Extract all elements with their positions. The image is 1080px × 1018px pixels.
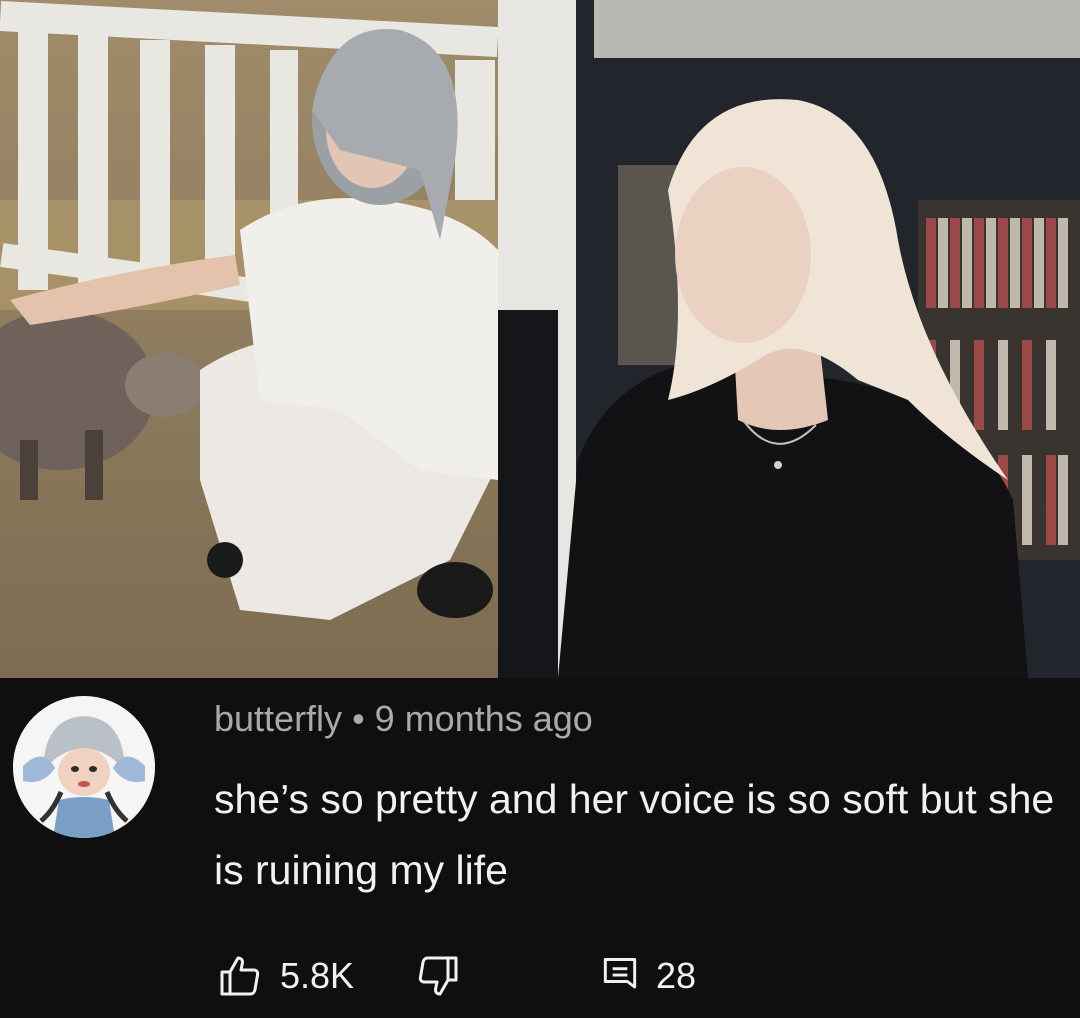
- reply-button[interactable]: 28: [598, 950, 696, 1002]
- header-separator: •: [352, 698, 365, 739]
- comment-timestamp[interactable]: 9 months ago: [375, 698, 593, 739]
- thumbs-down-icon: [412, 952, 464, 1000]
- thumbs-up-icon: [214, 952, 266, 1000]
- photo-woman-in-record-store: [498, 0, 1080, 678]
- reply-count: 28: [656, 955, 697, 996]
- reply-icon: [598, 954, 642, 998]
- like-button[interactable]: 5.8K: [214, 950, 354, 1002]
- photo-woman-with-goat: [0, 0, 498, 678]
- avatar[interactable]: [13, 696, 155, 838]
- comment: butterfly • 9 months ago she’s so pretty a…: [0, 678, 1080, 1018]
- comment-author[interactable]: butterfly: [214, 698, 342, 739]
- comment-header: butterfly • 9 months ago: [214, 698, 593, 740]
- comment-text: she’s so pretty and her voice is so soft…: [214, 776, 1055, 893]
- like-count: 5.8K: [280, 955, 355, 996]
- meme-photos: [0, 0, 1080, 678]
- dislike-button[interactable]: [412, 950, 464, 1002]
